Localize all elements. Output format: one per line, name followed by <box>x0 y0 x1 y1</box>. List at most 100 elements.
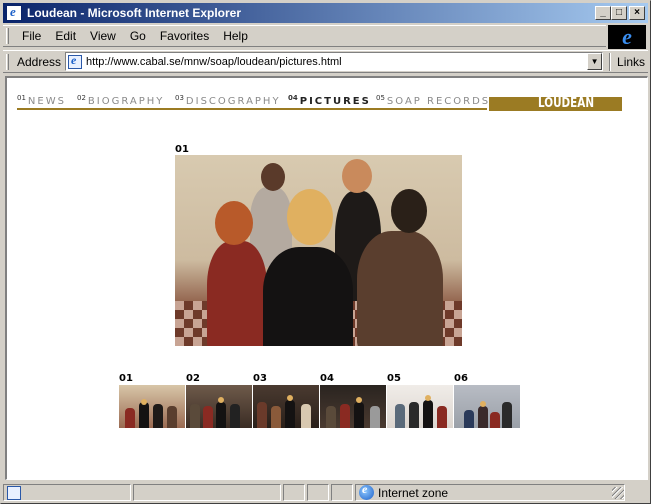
page-content: 01 NEWS 02 BIOGRAPHY 03 DISCOGRAPHY 04 PICTU… <box>5 76 648 480</box>
thumbnail-number: 02 <box>186 373 200 384</box>
status-main <box>3 484 131 501</box>
status-panel <box>331 484 353 501</box>
page-status-icon <box>7 485 21 500</box>
menu-help[interactable]: Help <box>216 29 255 43</box>
resize-grip[interactable] <box>612 486 624 499</box>
thumb-figure <box>167 406 177 428</box>
internet-zone-icon <box>359 482 374 500</box>
address-bar: Address http://www.cabal.se/mnw/soap/lou… <box>3 50 648 73</box>
main-photo-number: 01 <box>175 144 189 155</box>
band-member-head <box>287 189 333 245</box>
site-nav: 01 NEWS 02 BIOGRAPHY 03 DISCOGRAPHY 04 PICTU… <box>17 94 622 112</box>
band-member-head <box>215 201 253 245</box>
status-panel <box>283 484 305 501</box>
thumb-figure <box>395 404 405 428</box>
menu-file[interactable]: File <box>15 29 48 43</box>
band-member-head <box>342 159 372 193</box>
nav-news[interactable]: 01 NEWS <box>17 94 66 107</box>
nav-soap-records[interactable]: 05 SOAP RECORDS <box>376 94 490 107</box>
thumbnail-05[interactable]: 05 <box>387 373 453 428</box>
thumb-figure <box>271 406 281 428</box>
thumb-figure <box>326 406 336 428</box>
band-member-figure <box>263 247 353 346</box>
thumbnail-number: 03 <box>253 373 267 384</box>
thumbnail-02[interactable]: 02 <box>186 373 252 428</box>
thumb-figure <box>153 404 163 428</box>
menu-favorites[interactable]: Favorites <box>153 29 216 43</box>
band-member-head <box>261 163 285 191</box>
thumb-head <box>141 399 147 405</box>
thumb-figure <box>230 404 240 428</box>
zone-label: Internet zone <box>378 485 449 500</box>
thumb-figure <box>423 400 433 428</box>
thumbnail-number: 01 <box>119 373 133 384</box>
ie-app-icon <box>6 4 22 21</box>
band-member-head <box>391 189 427 233</box>
menu-edit[interactable]: Edit <box>48 29 83 43</box>
brand-bar: LOUDEAN <box>489 97 622 111</box>
title-bar: Loudean - Microsoft Internet Explorer _ … <box>3 3 648 23</box>
nav-pictures[interactable]: 04 PICTURES <box>288 94 371 107</box>
thumbnail-06[interactable]: 06 <box>454 373 520 428</box>
thumb-head <box>480 401 486 407</box>
status-zone: Internet zone <box>355 482 625 501</box>
toolbar-grip[interactable] <box>6 53 9 70</box>
window-title: Loudean - Microsoft Internet Explorer <box>27 6 242 20</box>
thumb-figure <box>257 402 267 428</box>
thumb-figure <box>490 412 500 428</box>
thumbnail-03[interactable]: 03 <box>253 373 319 428</box>
site-logo: LOUDEAN <box>537 96 594 111</box>
thumb-figure <box>354 402 364 428</box>
page-icon <box>68 53 83 69</box>
thumb-figure <box>478 406 488 428</box>
address-url[interactable]: http://www.cabal.se/mnw/soap/loudean/pic… <box>86 56 342 68</box>
thumbnail-number: 04 <box>320 373 334 384</box>
thumbnail-image[interactable] <box>119 385 185 428</box>
address-dropdown-button[interactable]: ▼ <box>587 53 603 70</box>
address-input[interactable]: http://www.cabal.se/mnw/soap/loudean/pic… <box>65 52 604 71</box>
thumbnail-image[interactable] <box>320 385 386 428</box>
toolbar-grip[interactable] <box>6 28 9 44</box>
thumb-figure <box>409 402 419 428</box>
thumb-figure <box>437 406 447 428</box>
thumbnail-number: 05 <box>387 373 401 384</box>
menu-go[interactable]: Go <box>123 29 153 43</box>
thumb-figure <box>464 410 474 428</box>
thumbnail-image[interactable] <box>186 385 252 428</box>
thumbnail-number: 06 <box>454 373 468 384</box>
maximize-button[interactable]: □ <box>611 6 627 20</box>
nav-underline <box>17 108 487 110</box>
thumb-figure <box>139 402 149 428</box>
thumbnail-image[interactable] <box>253 385 319 428</box>
status-panel <box>133 484 281 501</box>
thumb-figure <box>190 404 200 428</box>
thumb-figure <box>125 408 135 428</box>
thumbnail-01[interactable]: 01 <box>119 373 185 428</box>
thumbnail-image[interactable] <box>387 385 453 428</box>
thumb-head <box>218 397 224 403</box>
ie-throbber-logo: e <box>608 25 646 49</box>
status-bar: Internet zone <box>3 482 648 502</box>
band-member-figure <box>207 241 267 346</box>
thumb-figure <box>340 404 350 428</box>
toolbar-separator <box>609 52 612 71</box>
status-panel <box>307 484 329 501</box>
links-button[interactable]: Links <box>617 55 645 69</box>
thumbnail-04[interactable]: 04 <box>320 373 386 428</box>
thumbnail-image[interactable] <box>454 385 520 428</box>
band-member-figure <box>357 231 443 346</box>
thumb-head <box>356 397 362 403</box>
thumb-figure <box>502 402 512 428</box>
thumb-figure <box>301 404 311 428</box>
nav-biography[interactable]: 02 BIOGRAPHY <box>77 94 164 107</box>
thumb-head <box>425 395 431 401</box>
thumbnail-strip: 01 02 03 04 05 06 <box>119 373 520 428</box>
close-button[interactable]: × <box>629 6 645 20</box>
address-label: Address <box>17 54 62 69</box>
minimize-button[interactable]: _ <box>595 6 611 20</box>
menu-bar: File Edit View Go Favorites Help <box>3 25 606 47</box>
thumb-figure <box>216 402 226 428</box>
nav-discography[interactable]: 03 DISCOGRAPHY <box>175 94 281 107</box>
menu-view[interactable]: View <box>83 29 123 43</box>
thumb-figure <box>370 406 380 428</box>
